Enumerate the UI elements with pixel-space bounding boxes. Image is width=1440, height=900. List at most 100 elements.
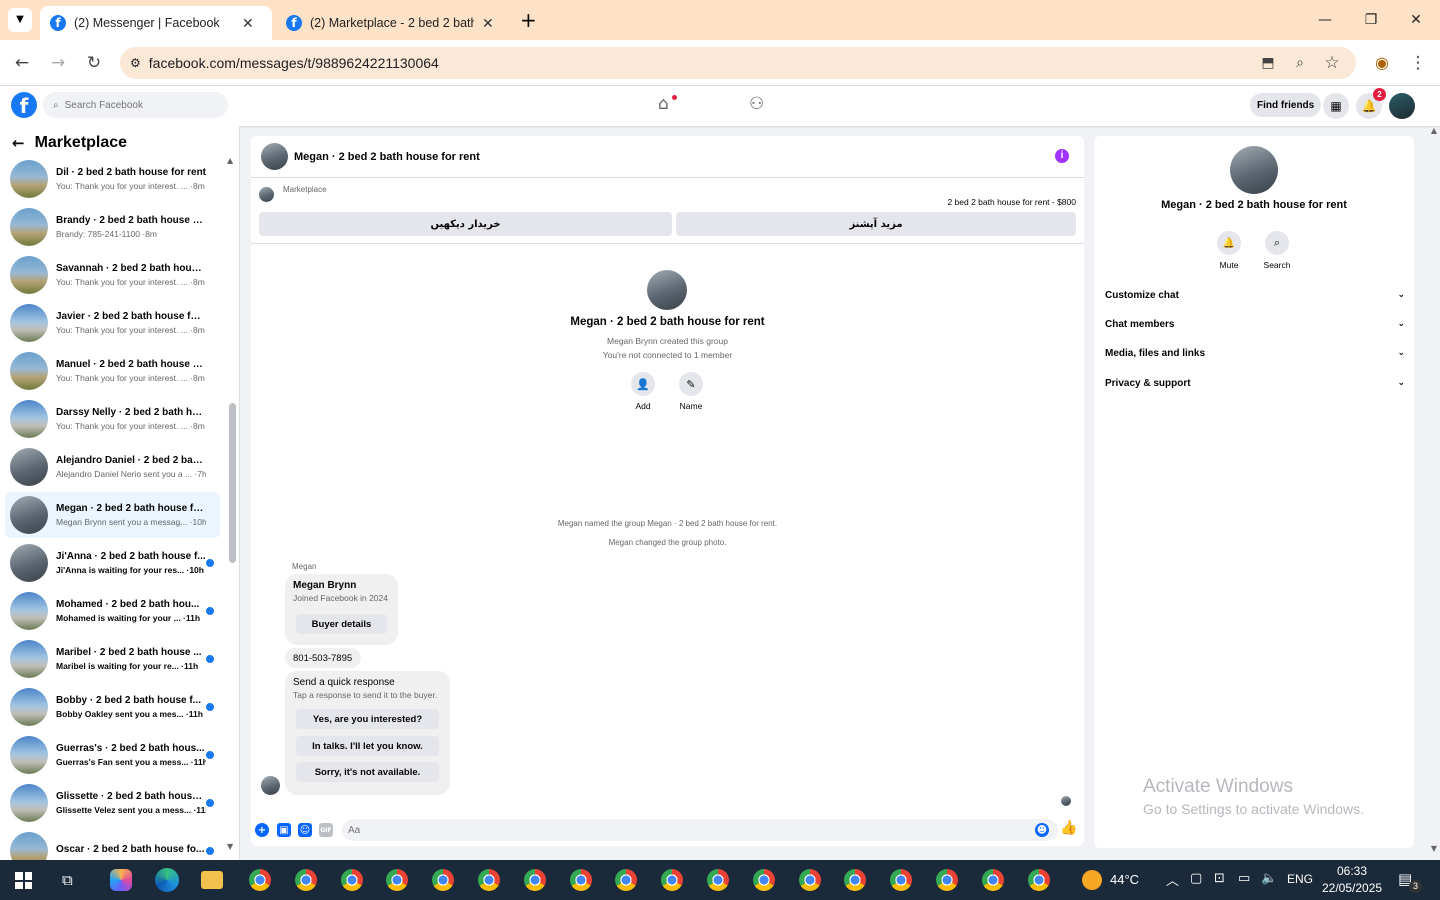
chrome-taskbar-icon[interactable] — [707, 869, 729, 891]
photo-icon[interactable]: ▣ — [277, 823, 291, 837]
conversation-item[interactable]: Brandy · 2 bed 2 bath house fo... Brandy:… — [5, 204, 220, 250]
zoom-icon[interactable]: ⌕ — [1288, 51, 1312, 75]
search-conversation-button[interactable]: ⌕ Search — [1257, 231, 1297, 270]
volume-icon[interactable]: 🔈 — [1261, 871, 1277, 886]
facebook-logo-icon[interactable]: f — [11, 92, 37, 118]
more-options-button[interactable]: مزید آپشنز — [676, 212, 1076, 236]
conversation-item[interactable]: Savannah · 2 bed 2 bath house ... You: Th… — [5, 252, 220, 298]
scroll-down-arrow-icon[interactable]: ▼ — [227, 842, 233, 851]
conversation-item[interactable]: Manuel · 2 bed 2 bath house fo... You: Th… — [5, 348, 220, 394]
scroll-up-arrow-icon[interactable]: ▲ — [1428, 126, 1440, 135]
minimize-icon[interactable]: — — [1311, 8, 1339, 32]
reload-icon[interactable]: ↻ — [82, 51, 106, 75]
message-input[interactable] — [342, 819, 1058, 841]
chat-members-section[interactable]: Chat members ⌄ — [1105, 319, 1405, 330]
scroll-down-arrow-icon[interactable]: ▼ — [1428, 844, 1440, 853]
profile-icon[interactable]: ◉ — [1370, 51, 1394, 75]
chrome-taskbar-icon[interactable] — [432, 869, 455, 891]
weather-icon[interactable] — [1082, 870, 1102, 890]
language-indicator[interactable]: ENG — [1287, 872, 1313, 886]
chrome-taskbar-icon[interactable] — [752, 869, 775, 891]
gif-icon[interactable]: GIF — [319, 823, 333, 837]
bookmark-star-icon[interactable]: ☆ — [1320, 51, 1344, 75]
buyer-details-button[interactable]: Buyer details — [296, 614, 387, 634]
rename-button[interactable]: ✎ Name — [666, 372, 716, 411]
search-input[interactable] — [64, 99, 205, 111]
new-tab-button[interactable]: + — [520, 8, 537, 32]
conversation-item[interactable]: Glissette · 2 bed 2 bath house... Glisset… — [5, 780, 220, 826]
close-window-icon[interactable]: ✕ — [1402, 8, 1430, 32]
file-explorer-icon[interactable] — [201, 871, 223, 889]
facebook-search[interactable]: ⌕ — [43, 92, 228, 118]
windows-start-icon[interactable] — [15, 872, 32, 889]
mute-button[interactable]: 🔔 Mute — [1209, 231, 1249, 270]
chrome-taskbar-icon[interactable] — [936, 869, 958, 891]
conversation-item[interactable]: Alejandro Daniel · 2 bed 2 bath... Alejan… — [5, 444, 220, 490]
quick-response-in-talks[interactable]: In talks. I'll let you know. — [296, 736, 439, 756]
tab-marketplace[interactable]: f (2) Marketplace - 2 bed 2 bath h ✕ — [276, 6, 508, 40]
add-member-button[interactable]: 👤 Add — [618, 372, 668, 411]
edge-icon[interactable] — [155, 868, 179, 892]
scroll-up-arrow-icon[interactable]: ▲ — [227, 156, 237, 165]
thumbs-up-icon[interactable]: 👍 — [1060, 820, 1077, 836]
conversation-item[interactable]: Javier · 2 bed 2 bath house for ... You: … — [5, 300, 220, 346]
close-tab-icon[interactable]: ✕ — [242, 15, 254, 32]
page-scrollbar[interactable]: ▲ ▼ — [1428, 126, 1440, 860]
install-app-icon[interactable]: ⬒ — [1256, 51, 1280, 75]
chrome-taskbar-icon[interactable] — [844, 869, 867, 891]
camera-icon[interactable]: ▢ — [1190, 871, 1202, 886]
maximize-icon[interactable]: ❐ — [1357, 8, 1385, 32]
home-icon[interactable]: ⌂ — [658, 94, 669, 114]
conversation-item[interactable]: Megan · 2 bed 2 bath house fo... Megan Br… — [5, 492, 220, 538]
chrome-taskbar-icon[interactable] — [890, 869, 913, 891]
chrome-taskbar-icon[interactable] — [569, 869, 592, 891]
view-buyer-button[interactable]: خریدار دیکھیں — [259, 212, 672, 236]
chrome-taskbar-icon[interactable] — [798, 869, 821, 891]
chrome-taskbar-icon[interactable] — [249, 869, 271, 891]
network-icon[interactable]: ▭ — [1238, 871, 1250, 886]
listing-title[interactable]: 2 bed 2 bath house for rent - $800 — [947, 197, 1076, 207]
friends-icon[interactable]: ⚇ — [749, 94, 764, 114]
conversation-item[interactable]: Oscar · 2 bed 2 bath house fo... — [5, 828, 220, 860]
chrome-taskbar-icon[interactable] — [386, 869, 409, 891]
plus-icon[interactable]: + — [255, 823, 269, 837]
cast-icon[interactable]: ⊡ — [1214, 871, 1225, 886]
conversation-item[interactable]: Mohamed · 2 bed 2 bath hou... Mohamed is … — [5, 588, 220, 634]
copilot-icon[interactable] — [110, 869, 132, 891]
back-arrow-icon[interactable]: ← — [10, 51, 34, 75]
conversation-item[interactable]: Dil · 2 bed 2 bath house for rent You: Th… — [5, 156, 220, 202]
clock-date[interactable]: 22/05/2025 — [1322, 881, 1382, 895]
quick-response-sorry[interactable]: Sorry, it's not available. — [296, 762, 439, 782]
tab-search-button[interactable]: ▼ — [8, 8, 32, 32]
temperature-text[interactable]: 44°C — [1110, 872, 1139, 887]
find-friends-button[interactable]: Find friends — [1250, 93, 1322, 117]
close-tab-icon[interactable]: ✕ — [482, 15, 494, 32]
back-arrow-icon[interactable]: ← — [12, 134, 25, 152]
media-files-section[interactable]: Media, files and links ⌄ — [1105, 348, 1405, 359]
emoji-icon[interactable]: ☻ — [1035, 823, 1049, 837]
menu-grid-icon[interactable]: ▦ — [1323, 93, 1349, 119]
chrome-taskbar-icon[interactable] — [1027, 869, 1050, 891]
chrome-taskbar-icon[interactable] — [661, 869, 684, 891]
conversation-item[interactable]: Darssy Nelly · 2 bed 2 bath hou... You: T… — [5, 396, 220, 442]
conversation-item[interactable]: Guerras's · 2 bed 2 bath hous... Guerras'… — [5, 732, 220, 778]
account-avatar[interactable] — [1389, 93, 1415, 119]
address-bar[interactable]: ⚙ facebook.com/messages/t/98896242211300… — [120, 47, 1356, 79]
conversation-item[interactable]: Bobby · 2 bed 2 bath house f... Bobby Oak… — [5, 684, 220, 730]
customize-chat-section[interactable]: Customize chat ⌄ — [1105, 290, 1405, 301]
quick-response-yes[interactable]: Yes, are you interested? — [296, 709, 439, 729]
chrome-taskbar-icon[interactable] — [294, 869, 317, 891]
sidebar-scroll-thumb[interactable] — [229, 403, 236, 563]
menu-kebab-icon[interactable]: ⋮ — [1406, 51, 1430, 75]
conversation-item[interactable]: Maribel · 2 bed 2 bath house ... Maribel … — [5, 636, 220, 682]
forward-arrow-icon[interactable]: → — [46, 51, 70, 75]
site-info-icon[interactable]: ⚙ — [130, 56, 141, 70]
chat-title[interactable]: Megan · 2 bed 2 bath house for rent — [294, 151, 480, 163]
clock-time[interactable]: 06:33 — [1337, 864, 1367, 878]
chrome-taskbar-icon[interactable] — [615, 869, 638, 891]
chevron-up-icon[interactable]: ︿ — [1166, 870, 1179, 889]
chrome-taskbar-icon[interactable] — [340, 869, 363, 891]
task-view-icon[interactable]: ⧉ — [62, 871, 73, 889]
chrome-taskbar-icon[interactable] — [523, 869, 546, 891]
info-icon[interactable]: i — [1055, 149, 1069, 163]
